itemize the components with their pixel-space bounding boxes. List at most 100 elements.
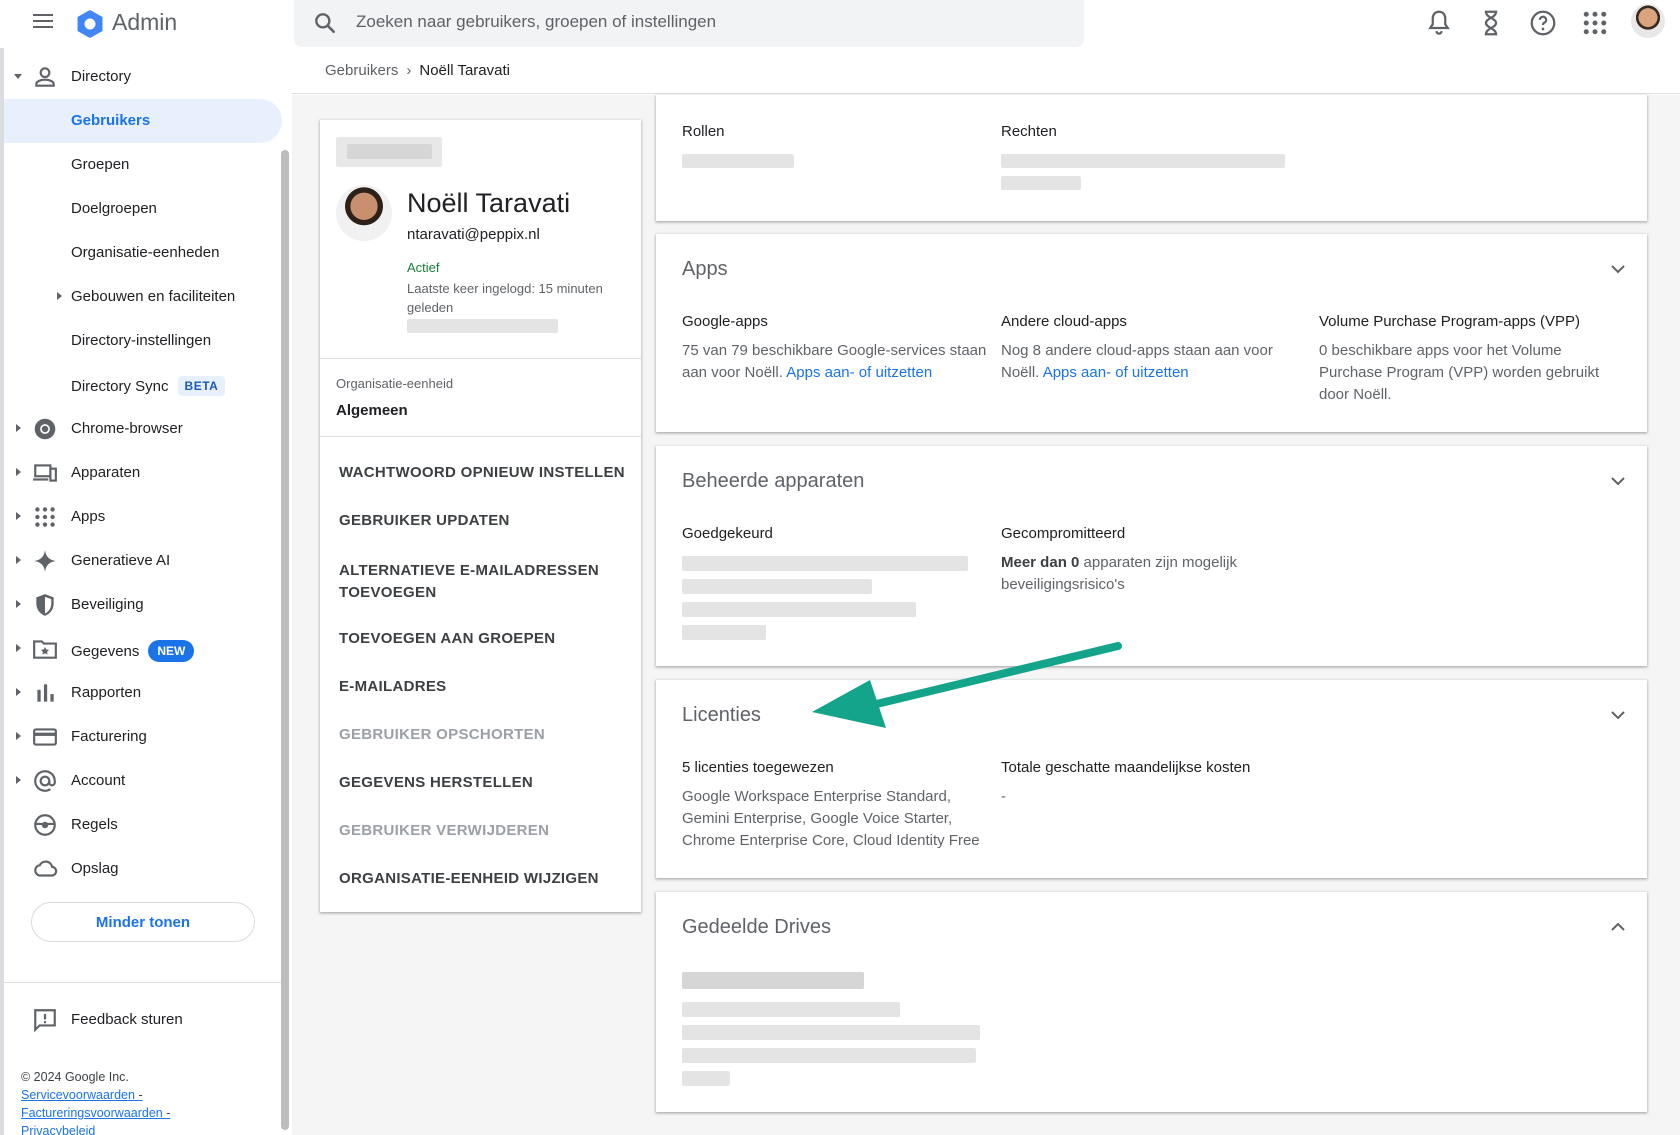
shared-drives-title: Gedeelde Drives — [682, 916, 831, 938]
sidebar-item-opslag[interactable]: Opslag — [4, 847, 284, 891]
chevron-down-icon[interactable] — [1608, 705, 1628, 725]
sidebar-item-chrome-browser[interactable]: Chrome-browser — [4, 407, 284, 451]
roles-label: Rollen — [682, 123, 725, 140]
sidebar-divider — [4, 982, 282, 983]
chevron-down-icon[interactable] — [1608, 259, 1628, 279]
sidebar-nav: Directory Gebruikers Groepen Doelgroepen… — [4, 48, 284, 1135]
licenses-section-title: Licenties — [682, 704, 761, 726]
bar-chart-icon — [37, 684, 54, 702]
sidebar-item-rapporten[interactable]: Rapporten — [4, 671, 284, 715]
billing-terms-link[interactable]: Factureringsvoorwaarden — [21, 1106, 163, 1120]
show-less-button[interactable]: Minder tonen — [31, 902, 255, 942]
search-bar[interactable] — [294, 0, 1084, 47]
redacted-device — [682, 625, 766, 640]
sidebar-item-text: Directory Sync — [71, 378, 169, 395]
sidebar-item-groepen[interactable]: Groepen — [4, 143, 284, 187]
collapsed-caret-icon — [16, 468, 21, 476]
sidebar-item-gegevens[interactable]: Gegevens NEW — [4, 627, 284, 671]
apps-grid-icon — [35, 507, 55, 527]
google-apps-text: 75 van 79 beschikbare Google-services st… — [682, 340, 987, 384]
sidebar-item-text: Gegevens — [71, 643, 140, 660]
breadcrumb: Gebruikers › Noëll Taravati — [325, 62, 510, 79]
main-menu-button[interactable] — [30, 10, 56, 36]
devices-icon — [33, 464, 57, 482]
user-status: Actief — [407, 260, 440, 275]
collapsed-caret-icon — [16, 688, 21, 696]
legal-separator: - — [138, 1088, 143, 1102]
sidebar-item-gebouwen[interactable]: Gebouwen en faciliteiten — [4, 275, 284, 319]
restore-data-action[interactable]: GEGEVENS HERSTELLEN — [339, 772, 629, 794]
chevron-down-icon[interactable] — [1608, 471, 1628, 491]
cloud-icon — [34, 860, 58, 877]
feedback-button[interactable]: Feedback sturen — [4, 998, 282, 1042]
privacy-link[interactable]: Privacybeleid — [21, 1124, 95, 1135]
cloud-apps-toggle-link[interactable]: Apps aan- of uitzetten — [1043, 364, 1189, 381]
sidebar-item-label: Account — [71, 772, 126, 789]
breadcrumb-users-link[interactable]: Gebruikers — [325, 62, 398, 79]
last-login-text: Laatste keer ingelogd: 15 minuten gelede… — [407, 281, 603, 315]
rights-label: Rechten — [1001, 123, 1057, 140]
redacted-rights — [1001, 176, 1081, 190]
sidebar-item-label: Organisatie-eenheden — [71, 244, 220, 261]
add-alternate-emails-action[interactable]: ALTERNATIEVE E-MAILADRESSEN TOEVOEGEN — [339, 560, 629, 604]
at-sign-icon — [34, 770, 56, 792]
google-apps-toggle-link[interactable]: Apps aan- of uitzetten — [786, 364, 932, 381]
new-badge: NEW — [148, 640, 195, 662]
vpp-apps-text: 0 beschikbare apps voor het Volume Purch… — [1319, 342, 1600, 403]
sidebar-item-directory[interactable]: Directory — [4, 55, 284, 99]
sidebar-item-organisatie-eenheden[interactable]: Organisatie-eenheden — [4, 231, 284, 275]
collapsed-caret-icon — [16, 424, 21, 432]
collapsed-caret-icon — [16, 644, 21, 652]
google-apps-title: Google-apps — [682, 313, 768, 330]
sidebar-item-label: Doelgroepen — [71, 200, 157, 217]
sidebar-item-label: Directory Sync BETA — [71, 376, 226, 396]
shared-drives-section: Gedeelde Drives — [656, 892, 1647, 1112]
breadcrumb-current: Noëll Taravati — [419, 62, 510, 79]
copyright-text: © 2024 Google Inc. — [21, 1070, 129, 1084]
annotation-arrow-icon — [812, 642, 1122, 728]
account-avatar[interactable] — [1631, 4, 1665, 38]
sidebar-item-facturering[interactable]: Facturering — [4, 715, 284, 759]
terms-link[interactable]: Servicevoorwaarden — [21, 1088, 135, 1102]
sidebar-item-generatieve-ai[interactable]: Generatieve AI — [4, 539, 284, 583]
change-org-unit-action[interactable]: ORGANISATIE-EENHEID WIJZIGEN — [339, 868, 629, 890]
cloud-apps-title: Andere cloud-apps — [1001, 313, 1127, 330]
sidebar-item-apparaten[interactable]: Apparaten — [4, 451, 284, 495]
update-user-action[interactable]: GEBRUIKER UPDATEN — [339, 510, 629, 532]
collapsed-caret-icon — [16, 512, 21, 520]
user-name: Noëll Taravati — [407, 188, 571, 218]
chevron-up-icon[interactable] — [1608, 917, 1628, 937]
person-icon — [35, 67, 55, 87]
sidebar-item-directory-sync[interactable]: Directory Sync BETA — [4, 363, 284, 407]
collapsed-caret-icon — [57, 292, 62, 300]
sidebar-item-beveiliging[interactable]: Beveiliging — [4, 583, 284, 627]
collapsed-caret-icon — [16, 556, 21, 564]
sidebar-item-regels[interactable]: Regels — [4, 803, 284, 847]
redacted-drive — [682, 1025, 980, 1040]
add-to-groups-action[interactable]: TOEVOEGEN AAN GROEPEN — [339, 628, 629, 650]
collapsed-caret-icon — [16, 776, 21, 784]
admin-logo-icon — [77, 10, 103, 38]
collapsed-caret-icon — [16, 732, 21, 740]
search-icon — [315, 13, 335, 33]
legal-separator: - — [166, 1106, 171, 1120]
email-address-action[interactable]: E-MAILADRES — [339, 676, 629, 698]
profile-divider — [320, 358, 641, 359]
sidebar-item-doelgroepen[interactable]: Doelgroepen — [4, 187, 284, 231]
sidebar-item-apps[interactable]: Apps — [4, 495, 284, 539]
user-profile-card: Noëll Taravati ntaravati@peppix.nl Actie… — [320, 120, 641, 912]
sidebar-item-directory-instellingen[interactable]: Directory-instellingen — [4, 319, 284, 363]
reset-password-action[interactable]: WACHTWOORD OPNIEUW INSTELLEN — [339, 462, 629, 484]
redacted-drive — [682, 1048, 976, 1063]
sidebar-scrollbar[interactable] — [281, 150, 289, 1130]
tasks-hourglass-icon[interactable] — [1476, 8, 1506, 38]
apps-grid-icon[interactable] — [1580, 8, 1610, 38]
top-bar: Admin — [0, 0, 1680, 48]
search-input[interactable] — [356, 0, 1056, 44]
help-icon[interactable] — [1528, 8, 1558, 38]
notifications-bell-icon[interactable] — [1424, 8, 1454, 38]
sidebar-item-gebruikers[interactable]: Gebruikers — [4, 99, 282, 143]
redacted-rights — [1001, 154, 1285, 168]
sidebar-item-account[interactable]: Account — [4, 759, 284, 803]
monthly-cost-value: - — [1001, 788, 1006, 805]
